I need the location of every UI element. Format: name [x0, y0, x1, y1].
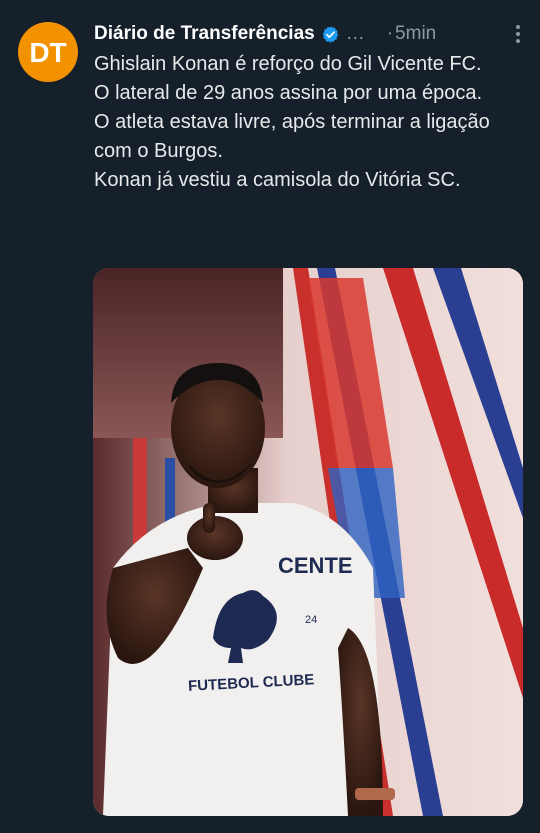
tweet-line: Konan já vestiu a camisola do Vitória SC… [94, 169, 461, 191]
display-name[interactable]: Diário de Transferências [94, 23, 315, 45]
svg-text:DT: DT [29, 37, 66, 68]
tweet-line: O lateral de 29 anos assina por uma époc… [94, 82, 483, 104]
timestamp[interactable]: 5min [395, 23, 436, 45]
avatar[interactable]: DT [18, 22, 78, 82]
svg-text:24: 24 [305, 614, 317, 626]
more-options-icon[interactable] [506, 22, 530, 46]
player-photo: CENTE 24 FUTEBOL CLUBE [93, 268, 523, 816]
tweet-text: Ghislain Konan é reforço do Gil Vicente … [94, 50, 524, 195]
tweet-card[interactable]: DT Diário de Transferências … · 5min Ghi… [0, 0, 540, 833]
verified-badge-icon [321, 25, 340, 44]
separator-dot: · [386, 23, 394, 44]
avatar-logo: DT [29, 37, 66, 68]
tweet-line: O atleta estava livre, após terminar a l… [94, 111, 490, 162]
tweet-photo[interactable]: CENTE 24 FUTEBOL CLUBE [93, 268, 523, 816]
svg-text:CENTE: CENTE [278, 553, 353, 578]
tweet-header: Diário de Transferências … · 5min [94, 20, 524, 48]
handle[interactable]: … [346, 23, 365, 45]
tweet-line: Ghislain Konan é reforço do Gil Vicente … [94, 53, 482, 75]
